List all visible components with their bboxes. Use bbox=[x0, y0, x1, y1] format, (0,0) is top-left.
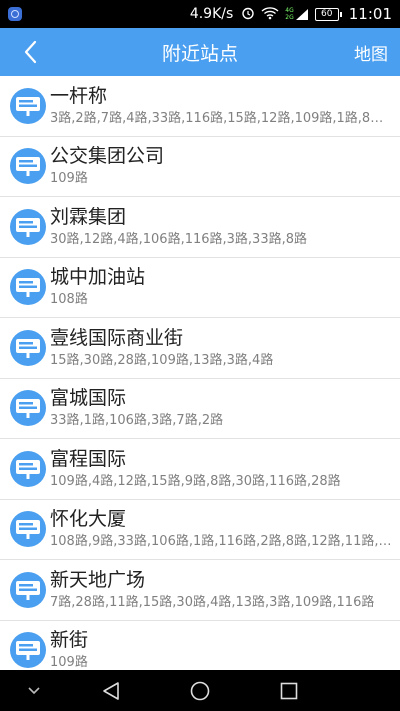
station-routes: 30路,12路,4路,106路,116路,3路,33路,8路 bbox=[50, 231, 307, 247]
bus-stop-sign-icon bbox=[10, 632, 46, 669]
station-item[interactable]: 刘霖集团 30路,12路,4路,106路,116路,3路,33路,8路 bbox=[0, 197, 400, 258]
station-name: 富城国际 bbox=[50, 387, 127, 410]
bus-stop-sign-icon bbox=[10, 269, 46, 306]
square-recents-icon bbox=[280, 682, 298, 699]
station-routes: 108路 bbox=[50, 292, 88, 308]
station-routes: 3路,2路,7路,4路,33路,116路,15路,12路,109路,1路,8路,… bbox=[50, 110, 394, 126]
bus-stop-sign-icon bbox=[10, 571, 46, 608]
nav-recents-button[interactable] bbox=[274, 670, 304, 711]
bus-stop-sign-icon bbox=[10, 511, 46, 548]
circle-home-icon bbox=[190, 681, 210, 700]
battery-icon: 60 bbox=[314, 7, 342, 21]
station-name: 一杆称 bbox=[50, 84, 108, 107]
wifi-icon bbox=[261, 6, 279, 23]
station-name: 公交集团公司 bbox=[50, 145, 165, 168]
station-routes: 109路 bbox=[50, 171, 88, 187]
station-item[interactable]: 一杆称 3路,2路,7路,4路,33路,116路,15路,12路,109路,1路… bbox=[0, 76, 400, 137]
station-item[interactable]: 公交集团公司 109路 bbox=[0, 137, 400, 197]
station-item[interactable]: 新天地广场 7路,28路,11路,15路,30路,4路,13路,3路,109路,… bbox=[0, 560, 400, 621]
nav-back-button[interactable] bbox=[96, 670, 126, 711]
bus-stop-sign-icon bbox=[10, 390, 46, 427]
nav-home-button[interactable] bbox=[185, 670, 215, 711]
station-routes: 33路,1路,106路,3路,7路,2路 bbox=[50, 413, 224, 429]
app-header: 附近站点 地图 bbox=[0, 28, 400, 76]
network-type-bottom: 2G bbox=[285, 14, 294, 21]
bus-stop-sign-icon bbox=[10, 329, 46, 366]
bus-stop-sign-icon bbox=[10, 450, 46, 487]
notification-app-icon bbox=[8, 7, 22, 21]
back-button[interactable] bbox=[14, 36, 46, 68]
status-bar: 4.9K/s 4G 2G 60 11:01 bbox=[0, 0, 400, 28]
station-name: 怀化大厦 bbox=[50, 508, 127, 531]
station-routes: 7路,28路,11路,15路,30路,4路,13路,3路,109路,116路 bbox=[50, 594, 375, 610]
station-item[interactable]: 怀化大厦 108路,9路,33路,106路,1路,116路,2路,8路,12路,… bbox=[0, 500, 400, 560]
station-name: 新街 bbox=[50, 629, 89, 652]
back-arrow-icon bbox=[24, 40, 37, 64]
map-button[interactable]: 地图 bbox=[354, 40, 388, 65]
station-item[interactable]: 富程国际 109路,4路,12路,15路,9路,8路,30路,116路,28路 bbox=[0, 439, 400, 500]
station-item[interactable]: 富城国际 33路,1路,106路,3路,7路,2路 bbox=[0, 379, 400, 439]
bus-stop-sign-icon bbox=[10, 148, 46, 185]
station-item[interactable]: 新街 109路 bbox=[0, 621, 400, 670]
station-name: 城中加油站 bbox=[50, 266, 146, 289]
chevron-down-icon bbox=[28, 686, 40, 694]
station-name: 新天地广场 bbox=[50, 568, 146, 591]
hide-nav-button[interactable] bbox=[20, 670, 48, 711]
station-routes: 15路,30路,28路,109路,13路,3路,4路 bbox=[50, 352, 274, 368]
station-routes: 109路 bbox=[50, 655, 88, 670]
station-routes: 109路,4路,12路,15路,9路,8路,30路,116路,28路 bbox=[50, 473, 341, 489]
system-nav-bar bbox=[0, 670, 400, 711]
station-name: 富程国际 bbox=[50, 447, 127, 470]
station-item[interactable]: 壹线国际商业街 15路,30路,28路,109路,13路,3路,4路 bbox=[0, 318, 400, 379]
network-type-top: 4G bbox=[285, 7, 294, 14]
battery-level: 60 bbox=[321, 9, 333, 19]
station-routes: 108路,9路,33路,106路,1路,116路,2路,8路,12路,11路,1… bbox=[50, 534, 394, 550]
bus-stop-sign-icon bbox=[10, 208, 46, 245]
triangle-back-icon bbox=[103, 681, 119, 700]
network-speed: 4.9K/s bbox=[189, 6, 234, 22]
alarm-icon bbox=[241, 6, 255, 23]
station-item[interactable]: 城中加油站 108路 bbox=[0, 258, 400, 318]
station-list: 一杆称 3路,2路,7路,4路,33路,116路,15路,12路,109路,1路… bbox=[0, 76, 400, 670]
station-name: 壹线国际商业街 bbox=[50, 326, 184, 349]
page-title: 附近站点 bbox=[161, 42, 238, 65]
station-name: 刘霖集团 bbox=[50, 205, 127, 228]
clock: 11:01 bbox=[348, 5, 392, 23]
cellular-signal-icon: 4G 2G bbox=[285, 7, 308, 21]
bus-stop-sign-icon bbox=[10, 87, 46, 124]
